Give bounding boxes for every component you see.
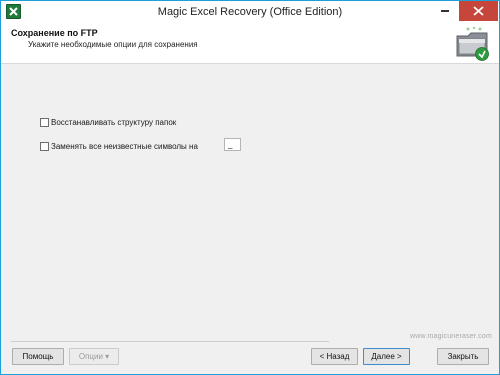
replace-unknown-checkbox[interactable] (40, 141, 49, 151)
close-icon (473, 6, 484, 16)
window-title: Magic Excel Recovery (Office Edition) (157, 6, 343, 18)
replace-unknown-option[interactable]: Заменять все неизвестные символы на (40, 140, 198, 152)
app-window: Magic Excel Recovery (Office Edition) Со… (0, 0, 500, 375)
replace-char-input[interactable]: _ (224, 138, 241, 151)
minimize-icon (441, 10, 449, 12)
close-window-button[interactable] (459, 1, 498, 21)
back-button[interactable]: < Назад (311, 348, 358, 365)
ftp-folder-icon (454, 26, 492, 62)
replace-unknown-label: Заменять все неизвестные символы на (51, 141, 198, 151)
preserve-folders-checkbox[interactable] (40, 117, 49, 127)
close-button[interactable]: Закрыть (437, 348, 489, 365)
website-watermark: www.magicuneraser.com (410, 333, 493, 340)
preserve-folders-label: Восстанавливать структуру папок (51, 117, 177, 127)
next-button[interactable]: Далее > (363, 348, 410, 365)
page-subtitle: Укажите необходимые опции для сохранения (28, 40, 198, 49)
options-panel: Восстанавливать структуру папок Заменять… (1, 65, 499, 335)
options-dropdown-button[interactable]: Опции ▾ (69, 348, 119, 365)
wizard-header: Сохранение по FTP Укажите необходимые оп… (1, 23, 499, 64)
preserve-folders-option[interactable]: Восстанавливать структуру папок (40, 116, 176, 128)
minimize-button[interactable] (432, 1, 458, 21)
page-title: Сохранение по FTP (11, 28, 98, 38)
help-button[interactable]: Помощь (12, 348, 64, 365)
title-bar[interactable]: Magic Excel Recovery (Office Edition) (1, 1, 499, 23)
footer-divider (11, 341, 329, 342)
